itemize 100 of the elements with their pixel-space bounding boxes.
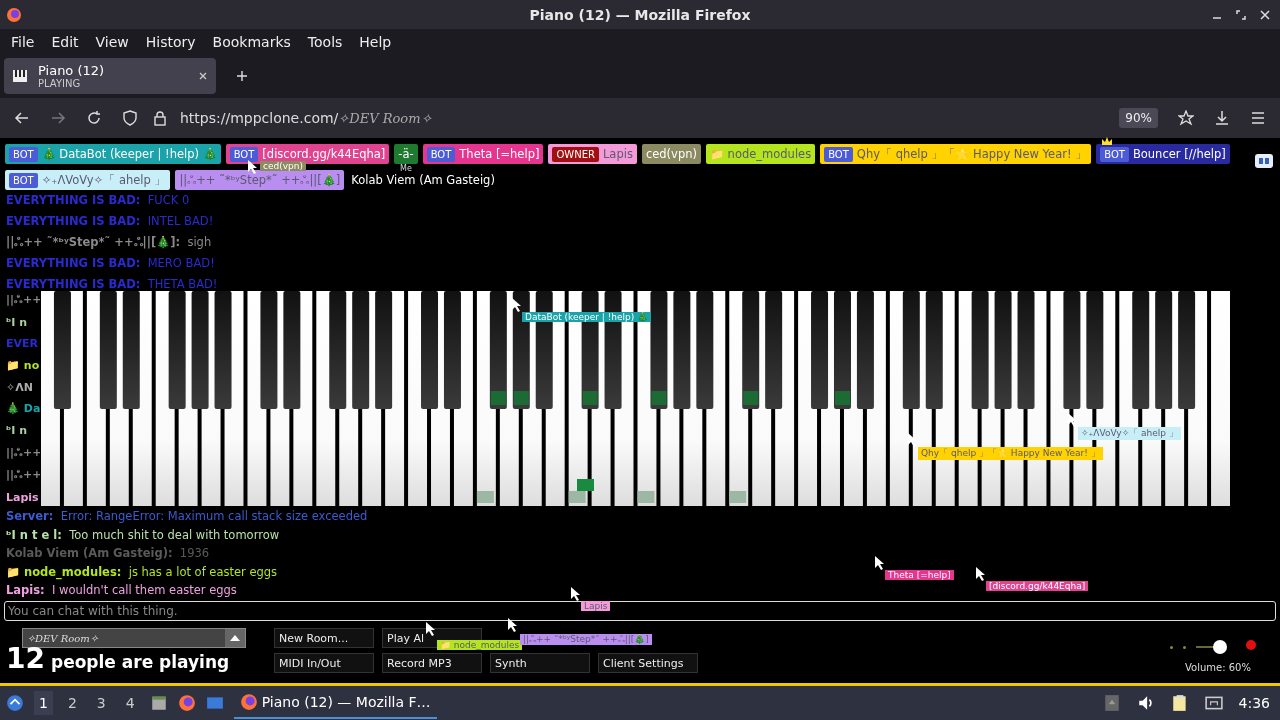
chat-message: EVERYTHING IS BAD: THETA BAD! [6, 276, 218, 291]
chat-fragment: ᵇI n [6, 423, 29, 437]
cursor-name-label: ced(vpn) [260, 161, 306, 171]
user-tag[interactable]: BOT Bouncer [//help] [1096, 144, 1230, 164]
user-tag[interactable]: 📁 node_modules [705, 144, 816, 164]
menu-button[interactable]: New Room... [274, 628, 374, 648]
user-tag[interactable]: BOT Qhy「 qhelp 」「🌟 Happy New Year! 」 [820, 144, 1092, 164]
menu-item[interactable]: Tools [300, 33, 350, 50]
menu-button[interactable]: Record MP3 [382, 653, 482, 673]
menu-item[interactable]: Bookmarks [205, 33, 298, 50]
chat-fragment: ✧ɅN [6, 380, 34, 394]
tab-title: Piano (12) [38, 63, 106, 78]
chat-message: EVERYTHING IS BAD: INTEL BAD! [6, 213, 214, 230]
user-tag[interactable]: Kolab Viem (Am Gasteig) [349, 170, 499, 190]
cursor-icon [248, 160, 258, 174]
menu-item[interactable]: History [138, 33, 203, 50]
window-icon[interactable] [205, 694, 224, 712]
cursor-name-label: DataBot (keeper | !help) 🎄 [522, 312, 652, 322]
cursor-icon [875, 556, 885, 570]
volume-label: Volume: 60% [1185, 662, 1251, 673]
cursor-icon [508, 618, 518, 632]
cursor-name-label: 📁 node_modules [437, 640, 523, 650]
menu-button[interactable]: Client Settings [598, 653, 698, 673]
record-dot-icon [1246, 640, 1256, 650]
workspace-button[interactable]: 4 [120, 691, 140, 715]
me-label: Me [400, 164, 412, 173]
note-mark [651, 391, 667, 405]
chat-message: Server: Error: RangeError: Maximum call stack size exceeded [6, 508, 368, 525]
menu-button[interactable]: MIDI In/Out [274, 653, 374, 673]
toggle-icon[interactable] [1254, 153, 1274, 169]
chat-message: EVERYTHING IS BAD: MERO BAD! [6, 255, 215, 272]
taskbar-task[interactable]: Piano (12) — Mozilla F… [233, 687, 437, 719]
cursor-name-label: Lapis [581, 601, 611, 611]
note-mark [637, 491, 655, 503]
menu-item[interactable]: File [4, 33, 42, 50]
piano-keyboard-drawing[interactable] [40, 291, 1233, 506]
user-tag[interactable]: OWNER Lapis [548, 144, 637, 164]
cursor-name-label: ||ஃ++ ˜*ᵇʸStep*˜ ++ஃ||[🎄] [520, 634, 652, 645]
firefox-icon[interactable] [177, 694, 196, 712]
cursor-icon [976, 567, 986, 581]
cursor-name-label: Qhy「 qhelp 」「🌟 Happy New Year! 」 [918, 447, 1103, 460]
firefox-icon [6, 6, 22, 23]
player-count-label: people are playing [50, 652, 230, 672]
download-icon[interactable] [1214, 110, 1230, 126]
note-mark [729, 491, 747, 503]
workspace-button[interactable]: 3 [91, 691, 111, 715]
eject-icon[interactable] [1102, 694, 1121, 712]
clipboard-icon[interactable] [1170, 694, 1189, 712]
chat-fragment: ᵇI n [6, 315, 29, 329]
firefox-icon [239, 693, 258, 711]
cursor-name-label: ✧₊ɅVoVy✧「 ahelp 」 [1078, 427, 1181, 440]
tab-status: PLAYING [38, 78, 82, 89]
chat-fragment: ||ஃ++ [6, 293, 40, 307]
lock-icon[interactable] [152, 110, 168, 126]
workspace-button[interactable]: 2 [62, 691, 82, 715]
address-field[interactable]: https://mppclone.com/✧DEV Room✧ [180, 110, 1100, 126]
browser-tab[interactable]: Piano (12) PLAYING [4, 58, 216, 94]
chat-fragment: ||ஃ++ [6, 445, 40, 460]
reload-icon[interactable] [86, 110, 102, 126]
user-tag[interactable]: BOT ✧₊ɅVoVy✧「 ahelp 」 [5, 170, 171, 190]
new-tab-icon[interactable] [236, 70, 248, 82]
user-tag[interactable]: -ä- [394, 144, 418, 164]
maximize-icon[interactable] [1236, 9, 1246, 20]
chat-fragment: ||ஃ++ [6, 468, 40, 483]
network-icon[interactable] [1204, 694, 1223, 712]
clock: 4:36 [1238, 695, 1270, 711]
cursor-name-label: [discord.gg/k44Eqha] [986, 581, 1089, 591]
close-icon[interactable] [1260, 9, 1270, 20]
piano-icon [12, 68, 28, 84]
menu-button[interactable]: Synth [490, 653, 590, 673]
chat-fragment: EVER [6, 337, 39, 351]
user-tag[interactable]: ced(vpn) [641, 144, 701, 164]
cursor-name-label: Theta [=help] [885, 570, 954, 580]
room-dropdown[interactable]: ✧DEV Room✧ [22, 628, 246, 648]
user-tag[interactable]: BOT 🎄 DataBot (keeper | !help) 🎄 [5, 144, 221, 164]
start-icon[interactable] [6, 694, 24, 712]
menu-item[interactable]: Edit [44, 33, 86, 50]
forward-icon[interactable] [50, 110, 66, 126]
chat-message: ᵇI n t e l: Too much shit to deal with tomorrow [6, 526, 280, 544]
star-icon[interactable] [1178, 110, 1194, 126]
zoom-level[interactable]: 90% [1119, 108, 1158, 128]
shield-icon[interactable] [122, 110, 138, 126]
menu-item[interactable]: Help [352, 33, 399, 50]
file-cabinet-icon[interactable] [149, 694, 168, 712]
chat-message: Lapis: I wouldn't call them easter eggs [6, 582, 237, 599]
chat-fragment: Lapis [6, 490, 40, 504]
chat-fragment: 📁 no [6, 358, 40, 372]
note-mark [577, 479, 594, 491]
user-tag[interactable]: BOT Theta [=help] [422, 144, 544, 164]
chat-message: EVERYTHING IS BAD: FUCK 0 [6, 192, 190, 209]
cursor-icon [426, 622, 436, 636]
menu-icon[interactable] [1250, 110, 1266, 126]
back-icon[interactable] [14, 110, 30, 126]
cursor-icon [908, 433, 918, 447]
menu-item[interactable]: View [88, 33, 136, 50]
chat-message: ||ஃ++ ˜*ᵇʸStep*˜ ++ஃ||[🎄]: sigh [6, 234, 212, 251]
close-icon[interactable] [198, 71, 208, 81]
workspace-button[interactable]: 1 [34, 691, 53, 715]
note-mark [476, 491, 494, 503]
volume-icon[interactable] [1136, 694, 1155, 712]
